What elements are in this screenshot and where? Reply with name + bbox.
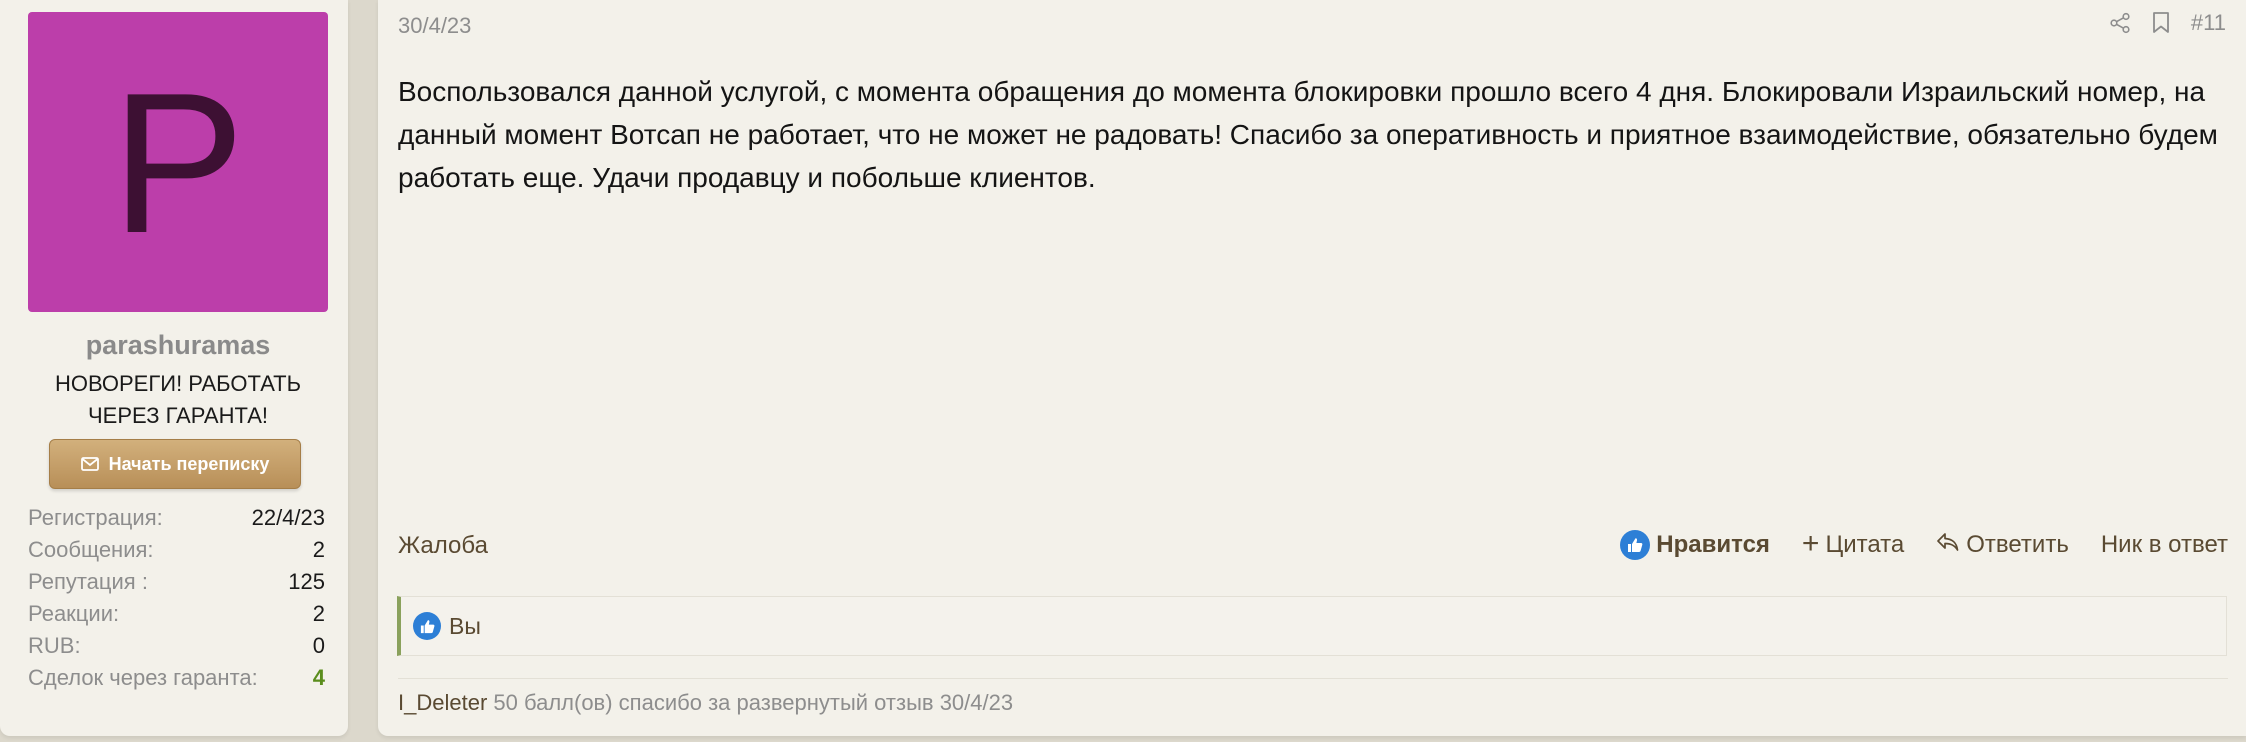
stat-row-reputation: Репутация : 125: [28, 566, 325, 598]
stat-label: Регистрация:: [28, 505, 163, 530]
stat-value: 22/4/23: [251, 505, 325, 530]
stat-label: Сообщения:: [28, 537, 154, 562]
report-link[interactable]: Жалоба: [398, 532, 488, 560]
reply-label: Ответить: [1966, 531, 2069, 558]
post-date[interactable]: 30/4/23: [398, 13, 471, 39]
post-body: Воспользовался данной услугой, с момента…: [398, 76, 2218, 193]
avatar[interactable]: P: [28, 12, 328, 312]
stat-row-rub: RUB: 0: [28, 630, 325, 662]
thumbs-up-icon: [1620, 530, 1651, 560]
mention-label: Ник в ответ: [2100, 531, 2228, 558]
stat-row-registration: Регистрация: 22/4/23: [28, 502, 325, 534]
plus-icon: +: [1801, 527, 1820, 560]
rating-line: I_Deleter 50 балл(ов) спасибо за разверн…: [398, 690, 1013, 716]
post-actions: Жалоба Нравится + Цитата Ответить Ник в …: [398, 527, 2228, 566]
stat-row-guarantee-deals: Сделок через гаранта: 4: [28, 662, 325, 694]
mention-button[interactable]: Ник в ответ: [2101, 531, 2228, 559]
stat-row-reactions: Реакции: 2: [28, 598, 325, 630]
stat-value: 2: [312, 537, 325, 562]
share-icon[interactable]: [2109, 12, 2131, 34]
divider: [398, 678, 2228, 679]
post: 30/4/23 #11 Воспользовался данной услуго…: [378, 0, 2246, 736]
reaction-users[interactable]: Вы: [449, 613, 481, 640]
user-card: P parashuramas НОВОРЕГИ! РАБОТАТЬ ЧЕРЕЗ …: [0, 0, 348, 736]
rating-text: 50 балл(ов) спасибо за развернутый отзыв…: [493, 690, 1014, 715]
user-stats: Регистрация: 22/4/23 Сообщения: 2 Репута…: [28, 502, 325, 694]
reply-button[interactable]: Ответить: [1936, 531, 2069, 560]
quote-button[interactable]: + Цитата: [1801, 527, 1905, 560]
start-conversation-label: Начать переписку: [108, 453, 270, 474]
stat-value[interactable]: 4: [313, 662, 325, 694]
post-number[interactable]: #11: [2191, 10, 2226, 36]
rating-user-link[interactable]: I_Deleter: [398, 690, 487, 715]
thumbs-up-icon: [413, 612, 441, 640]
action-group: Нравится + Цитата Ответить Ник в ответ: [1620, 527, 2228, 560]
like-button[interactable]: Нравится: [1620, 530, 1770, 560]
post-tools: #11: [2109, 10, 2226, 36]
stat-label: Репутация :: [28, 569, 148, 594]
stat-label: Реакции:: [28, 601, 120, 626]
stat-row-messages: Сообщения: 2: [28, 534, 325, 566]
username[interactable]: parashuramas: [0, 330, 356, 361]
envelope-icon: [80, 457, 99, 471]
stat-value: 125: [288, 569, 325, 594]
user-title: НОВОРЕГИ! РАБОТАТЬ ЧЕРЕЗ ГАРАНТА!: [54, 371, 302, 428]
reactions-bar[interactable]: Вы: [397, 596, 2227, 656]
like-label: Нравится: [1656, 531, 1770, 558]
stat-label: RUB:: [28, 633, 81, 658]
stat-value: 0: [312, 633, 325, 658]
quote-label: Цитата: [1825, 531, 1905, 558]
reply-icon: [1936, 531, 1960, 560]
start-conversation-button[interactable]: Начать переписку: [49, 439, 301, 489]
bookmark-icon[interactable]: [2151, 11, 2171, 35]
stat-value: 2: [312, 601, 325, 626]
avatar-letter: P: [111, 52, 245, 275]
stat-label: Сделок через гаранта:: [28, 665, 258, 690]
